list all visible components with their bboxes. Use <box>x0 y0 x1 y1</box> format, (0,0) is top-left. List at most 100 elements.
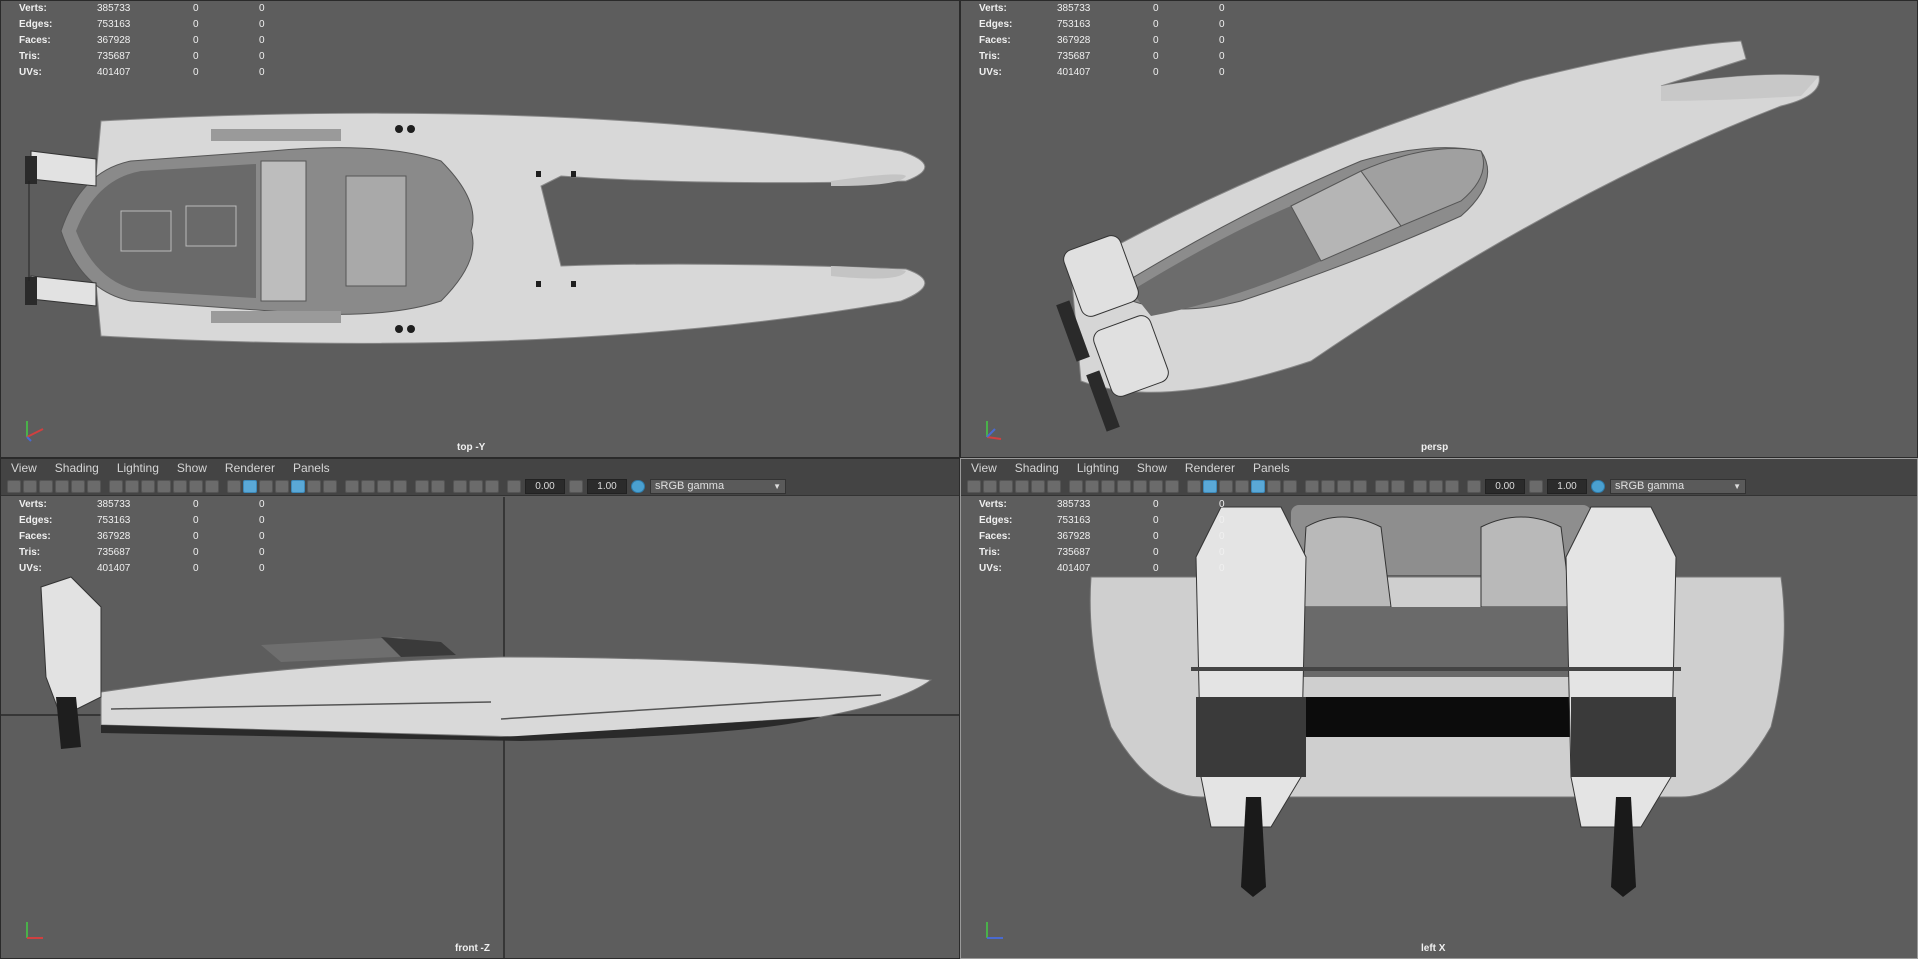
2d-pan-zoom-icon[interactable] <box>1031 479 1045 493</box>
anti-aliasing-icon[interactable] <box>377 479 391 493</box>
gamma-icon[interactable] <box>1529 479 1543 493</box>
xray-active-icon[interactable] <box>469 479 483 493</box>
menu-show[interactable]: Show <box>177 461 207 475</box>
menu-shading[interactable]: Shading <box>1015 461 1059 475</box>
xray-icon[interactable] <box>431 479 445 493</box>
xray-joints-icon[interactable] <box>1413 479 1427 493</box>
safe-title-icon[interactable] <box>1165 479 1179 493</box>
xray-icon[interactable] <box>1391 479 1405 493</box>
screen-space-ao-icon[interactable] <box>345 479 359 493</box>
grid-icon[interactable] <box>1069 479 1083 493</box>
boat-stern-view <box>1089 505 1785 897</box>
camera-select-icon[interactable] <box>7 479 21 493</box>
grease-pencil-icon[interactable] <box>87 479 101 493</box>
chevron-down-icon: ▼ <box>773 481 781 491</box>
viewport-top[interactable]: Verts: 385733 0 0 Edges: 753163 0 0 Faces: 3679… <box>1 1 959 457</box>
colorspace-dropdown[interactable]: sRGB gamma ▼ <box>1610 478 1746 494</box>
menu-renderer[interactable]: Renderer <box>225 461 275 475</box>
bookmark-icon[interactable] <box>39 479 53 493</box>
viewport-pane-persp[interactable]: Verts: 385733 0 0 Edges: 753163 0 0 Faces: 3679… <box>960 0 1918 458</box>
motion-blur-icon[interactable] <box>1321 479 1335 493</box>
viewport-front[interactable]: Verts: 385733 0 0 Edges: 753163 0 0 Faces: 3679… <box>1 497 959 958</box>
colorspace-dropdown[interactable]: sRGB gamma ▼ <box>650 478 786 494</box>
colorspace-value: sRGB gamma <box>655 479 725 492</box>
grid-icon[interactable] <box>109 479 123 493</box>
color-management-icon[interactable] <box>1591 479 1605 493</box>
chevron-down-icon: ▼ <box>1733 481 1741 491</box>
image-plane-icon[interactable] <box>55 479 69 493</box>
field-chart-icon[interactable] <box>173 479 187 493</box>
backface-culling-icon[interactable] <box>485 479 499 493</box>
isolate-select-icon[interactable] <box>415 479 429 493</box>
wireframe-icon[interactable] <box>227 479 241 493</box>
bookmark-icon[interactable] <box>999 479 1013 493</box>
menu-show[interactable]: Show <box>1137 461 1167 475</box>
menu-lighting[interactable]: Lighting <box>1077 461 1119 475</box>
exposure-icon[interactable] <box>507 479 521 493</box>
shadows-icon[interactable] <box>1283 479 1297 493</box>
gamma-field[interactable]: 1.00 <box>1547 478 1587 494</box>
menu-view[interactable]: View <box>11 461 37 475</box>
camera-attributes-icon[interactable] <box>23 479 37 493</box>
xray-joints-icon[interactable] <box>453 479 467 493</box>
2d-pan-zoom-icon[interactable] <box>71 479 85 493</box>
menu-shading[interactable]: Shading <box>55 461 99 475</box>
use-lights-icon[interactable] <box>307 479 321 493</box>
camera-select-icon[interactable] <box>967 479 981 493</box>
gate-mask-icon[interactable] <box>1117 479 1131 493</box>
resolution-gate-icon[interactable] <box>1101 479 1115 493</box>
use-lights-icon[interactable] <box>1267 479 1281 493</box>
gamma-field[interactable]: 1.00 <box>587 478 627 494</box>
depth-of-field-icon[interactable] <box>1353 479 1367 493</box>
menu-lighting[interactable]: Lighting <box>117 461 159 475</box>
safe-action-icon[interactable] <box>1149 479 1163 493</box>
viewport-pane-front[interactable]: View Shading Lighting Show Renderer Pane… <box>0 458 960 959</box>
shadows-icon[interactable] <box>323 479 337 493</box>
safe-action-icon[interactable] <box>189 479 203 493</box>
viewport-pane-top[interactable]: Verts: 385733 0 0 Edges: 753163 0 0 Faces: 3679… <box>0 0 960 458</box>
menu-panels[interactable]: Panels <box>1253 461 1290 475</box>
film-gate-icon[interactable] <box>125 479 139 493</box>
wireframe-icon[interactable] <box>1187 479 1201 493</box>
menu-view[interactable]: View <box>971 461 997 475</box>
exposure-icon[interactable] <box>1467 479 1481 493</box>
backface-culling-icon[interactable] <box>1445 479 1459 493</box>
image-plane-icon[interactable] <box>1015 479 1029 493</box>
safe-title-icon[interactable] <box>205 479 219 493</box>
default-material-icon[interactable] <box>259 479 273 493</box>
smooth-shade-icon[interactable] <box>1203 479 1217 493</box>
exposure-field[interactable]: 0.00 <box>525 478 565 494</box>
color-management-icon[interactable] <box>631 479 645 493</box>
boat-top-view <box>25 112 926 344</box>
axis-gizmo-icon <box>26 421 44 442</box>
textured-icon[interactable] <box>291 479 305 493</box>
gate-mask-icon[interactable] <box>157 479 171 493</box>
camera-attributes-icon[interactable] <box>983 479 997 493</box>
menu-renderer[interactable]: Renderer <box>1185 461 1235 475</box>
wireframe-on-shaded-icon[interactable] <box>1235 479 1249 493</box>
motion-blur-icon[interactable] <box>361 479 375 493</box>
default-material-icon[interactable] <box>1219 479 1233 493</box>
gamma-icon[interactable] <box>569 479 583 493</box>
viewport-pane-side[interactable]: View Shading Lighting Show Renderer Pane… <box>960 458 1918 959</box>
wireframe-on-shaded-icon[interactable] <box>275 479 289 493</box>
field-chart-icon[interactable] <box>1133 479 1147 493</box>
resolution-gate-icon[interactable] <box>141 479 155 493</box>
menu-panels[interactable]: Panels <box>293 461 330 475</box>
isolate-select-icon[interactable] <box>1375 479 1389 493</box>
textured-icon[interactable] <box>1251 479 1265 493</box>
grease-pencil-icon[interactable] <box>1047 479 1061 493</box>
colorspace-value: sRGB gamma <box>1615 479 1685 492</box>
screen-space-ao-icon[interactable] <box>1305 479 1319 493</box>
viewport-side[interactable]: Verts: 385733 0 0 Edges: 753163 0 0 Faces: 3679… <box>961 497 1917 958</box>
axis-gizmo-icon <box>26 922 43 939</box>
depth-of-field-icon[interactable] <box>393 479 407 493</box>
xray-active-icon[interactable] <box>1429 479 1443 493</box>
viewport-persp[interactable]: Verts: 385733 0 0 Edges: 753163 0 0 Faces: 3679… <box>961 1 1917 457</box>
exposure-field[interactable]: 0.00 <box>1485 478 1525 494</box>
axis-gizmo-icon <box>986 922 1003 939</box>
film-gate-icon[interactable] <box>1085 479 1099 493</box>
anti-aliasing-icon[interactable] <box>1337 479 1351 493</box>
camera-label: persp <box>1421 442 1449 453</box>
smooth-shade-icon[interactable] <box>243 479 257 493</box>
